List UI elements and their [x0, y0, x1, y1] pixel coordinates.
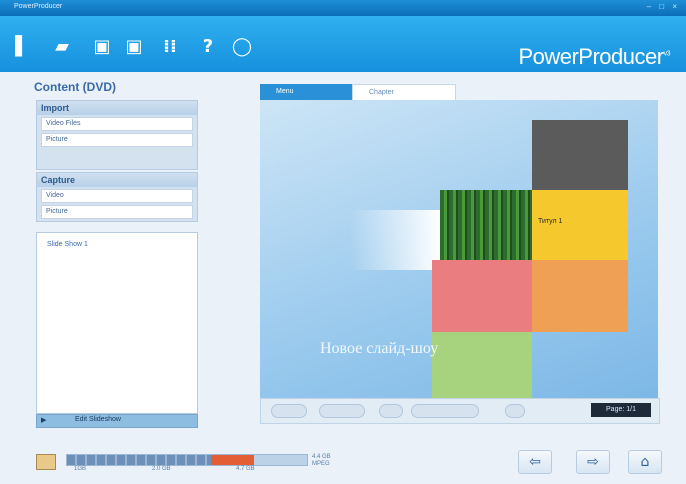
edit-slideshow-button[interactable]: ▶ Edit Slideshow: [36, 414, 198, 428]
open-folder-icon[interactable]: ▰: [52, 36, 72, 57]
import-header[interactable]: Import: [37, 101, 197, 115]
page-indicator: Page: 1/1: [591, 403, 651, 417]
brand-logo: PowerProducerv3: [518, 44, 670, 69]
thumbnail-caption: Титул 1: [538, 218, 563, 225]
import-video-button[interactable]: Video Files: [41, 117, 193, 131]
list-item[interactable]: Slide Show 1: [47, 241, 187, 248]
control-button-3[interactable]: [379, 404, 403, 418]
content-title: Content (DVD): [34, 80, 116, 94]
capacity-overflow: [211, 455, 255, 465]
capture-header[interactable]: Capture: [37, 173, 197, 187]
size-line: 4.4 GB: [312, 454, 331, 460]
tick-label: 2.0 GB: [152, 466, 171, 472]
thumbnail-grass[interactable]: [440, 190, 532, 260]
menu-caption[interactable]: Новое слайд-шоу: [320, 340, 438, 358]
back-button[interactable]: ⇦: [518, 450, 552, 474]
capture-picture-button[interactable]: Picture: [41, 205, 193, 219]
content-panel: Content (DVD) Import Video Files Picture…: [30, 80, 202, 432]
settings-icon[interactable]: ⁞⁞: [160, 36, 180, 57]
import-group: Import Video Files Picture: [36, 100, 198, 170]
status-bar: 1GB 2.0 GB 4.7 GB 4.4 GB MPEG ⇦ ⇨ ⌂: [30, 442, 670, 478]
import-picture-button[interactable]: Picture: [41, 133, 193, 147]
toolbar: ▌ ▰ ▣ ▣ ⁞⁞ ? ◯ PowerProducerv3: [0, 16, 686, 72]
window-controls[interactable]: – □ ×: [647, 2, 680, 11]
preview-controls: Page: 1/1: [260, 398, 660, 424]
tick-label: 4.7 GB: [236, 466, 255, 472]
control-button-4[interactable]: [411, 404, 479, 418]
tick-label: 1GB: [74, 466, 87, 472]
capacity-meter: [66, 454, 308, 466]
title-bar: PowerProducer – □ ×: [0, 0, 686, 16]
app-window: PowerProducer – □ × ▌ ▰ ▣ ▣ ⁞⁞ ? ◯ Power…: [0, 0, 686, 484]
play-icon: ▶: [41, 417, 47, 424]
preview-panel: Menu Chapter Титул 1 Новое слайд-шоу Pag…: [254, 80, 664, 428]
window-title: PowerProducer: [14, 3, 63, 10]
tab-menu[interactable]: Menu: [260, 84, 352, 100]
capacity-ticks: 1GB 2.0 GB 4.7 GB: [66, 466, 306, 476]
info-icon[interactable]: ◯: [232, 36, 252, 57]
control-button-1[interactable]: [271, 404, 307, 418]
help-icon[interactable]: ?: [198, 36, 218, 57]
capture-group: Capture Video Picture: [36, 172, 198, 222]
thumbnail-yellow: [532, 190, 628, 260]
capture-video-button[interactable]: Video: [41, 189, 193, 203]
save-icon[interactable]: ▣: [92, 36, 112, 57]
home-icon: ⌂: [640, 454, 650, 470]
decorative-swoosh: [350, 210, 440, 270]
next-arrow-icon: ⇨: [587, 454, 599, 470]
size-readout: 4.4 GB MPEG: [312, 454, 331, 468]
next-button[interactable]: ⇨: [576, 450, 610, 474]
save-as-icon[interactable]: ▣: [124, 36, 144, 57]
thumbnail-pink: [432, 260, 532, 332]
thumbnail-green: [432, 332, 532, 398]
disc-capacity-icon: [36, 454, 56, 470]
new-file-icon[interactable]: ▌: [12, 36, 32, 57]
edit-slideshow-label: Edit Slideshow: [75, 416, 121, 423]
thumbnail-orange: [532, 260, 628, 332]
home-button[interactable]: ⌂: [628, 450, 662, 474]
back-arrow-icon: ⇦: [529, 454, 541, 470]
content-list: Slide Show 1: [36, 232, 198, 414]
control-button-5[interactable]: [505, 404, 525, 418]
menu-preview[interactable]: Титул 1 Новое слайд-шоу: [260, 100, 658, 398]
size-line: MPEG: [312, 461, 330, 467]
control-button-2[interactable]: [319, 404, 365, 418]
thumbnail-grey: [532, 120, 628, 190]
